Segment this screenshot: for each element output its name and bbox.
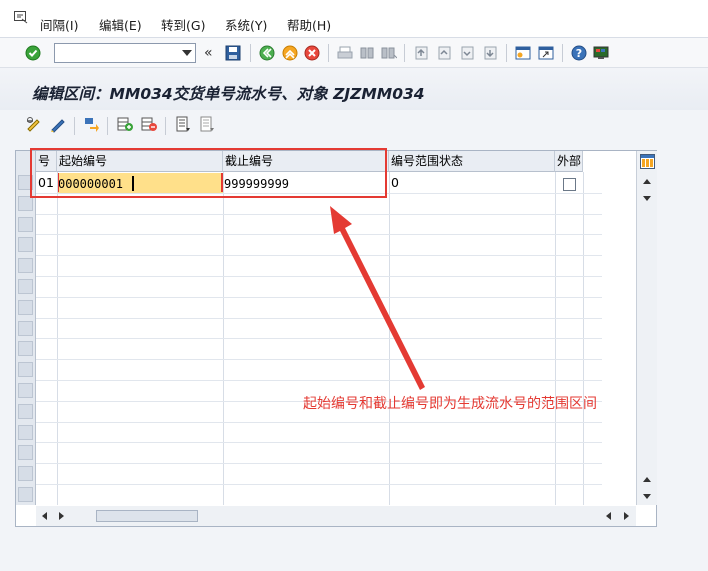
annotation-text: 起始编号和截止编号即为生成流水号的范围区间	[303, 396, 597, 412]
annotation-arrow-icon	[330, 206, 425, 390]
